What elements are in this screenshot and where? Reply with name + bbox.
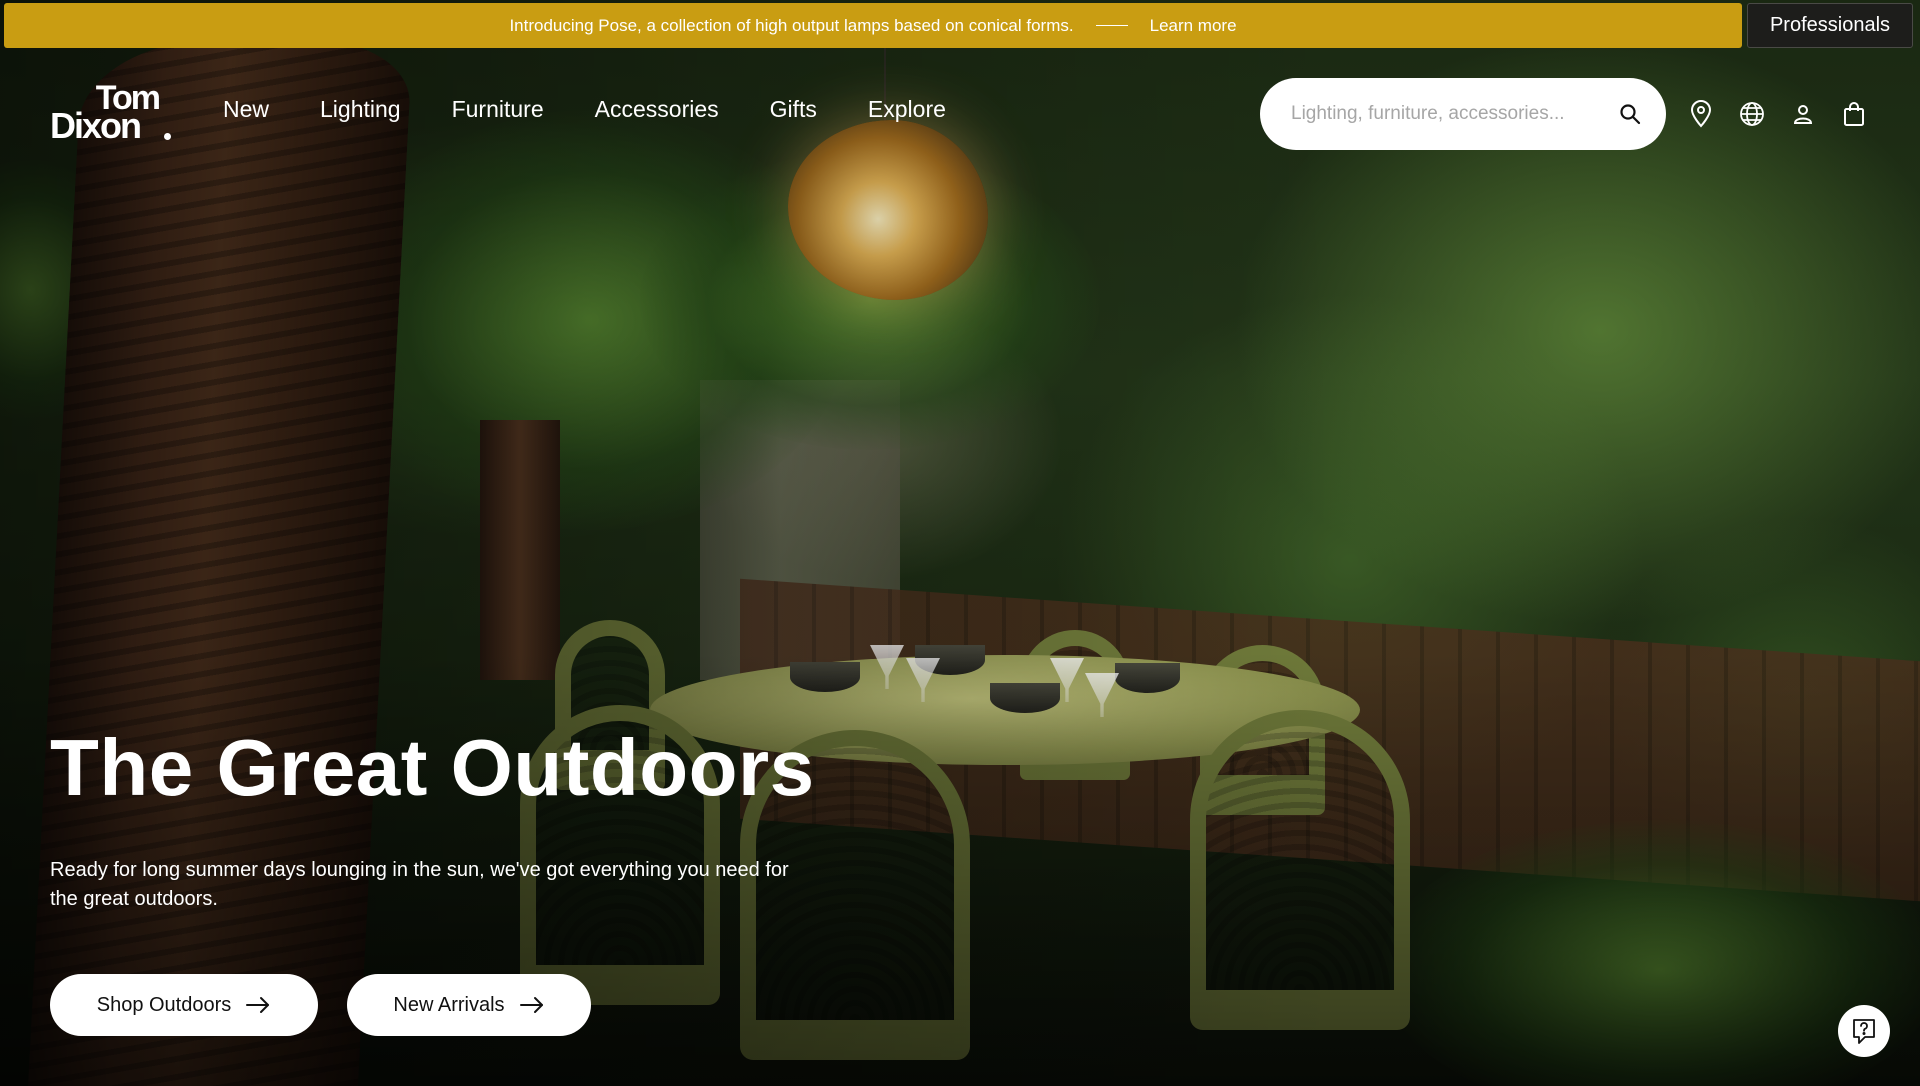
nav-item-lighting[interactable]: Lighting — [320, 96, 401, 123]
main-nav: New Lighting Furniture Accessories Gifts… — [223, 96, 946, 123]
tom-dixon-logo[interactable]: Tom Dixon — [50, 81, 175, 146]
account-button[interactable] — [1787, 98, 1819, 130]
nav-item-accessories[interactable]: Accessories — [595, 96, 719, 123]
help-chat-icon — [1853, 1019, 1875, 1044]
search-input[interactable] — [1291, 103, 1591, 125]
search-icon — [1620, 104, 1641, 125]
hero-background-image — [0, 0, 1920, 1086]
search-button[interactable] — [1604, 88, 1656, 140]
learn-more-link[interactable]: Learn more — [1150, 16, 1237, 36]
announcement-text: Introducing Pose, a collection of high o… — [509, 15, 1074, 35]
arrow-right-icon — [519, 997, 543, 1013]
user-icon — [1793, 105, 1813, 124]
nav-item-furniture[interactable]: Furniture — [452, 96, 544, 123]
nav-item-gifts[interactable]: Gifts — [770, 96, 817, 123]
arrow-right-icon — [246, 997, 270, 1013]
location-pin-icon — [1690, 100, 1712, 128]
help-chat-button[interactable] — [1838, 1005, 1890, 1057]
search-bar — [1260, 78, 1666, 150]
page: Introducing Pose, a collection of high o… — [0, 0, 1920, 1086]
store-locator-button[interactable] — [1685, 98, 1717, 130]
shop-outdoors-label: Shop Outdoors — [96, 993, 232, 1016]
announcement-bar: Introducing Pose, a collection of high o… — [4, 3, 1742, 48]
region-button[interactable] — [1736, 98, 1768, 130]
new-arrivals-button[interactable]: New Arrivals — [347, 974, 591, 1036]
nav-item-explore[interactable]: Explore — [868, 96, 946, 123]
professionals-button[interactable]: Professionals — [1747, 3, 1913, 48]
hero-title: The Great Outdoors — [50, 723, 815, 812]
shop-outdoors-button[interactable]: Shop Outdoors — [50, 974, 318, 1036]
logo-dot — [164, 133, 171, 140]
nav-item-new[interactable]: New — [223, 96, 269, 123]
globe-icon — [1740, 102, 1764, 126]
hero-subtitle: Ready for long summer days lounging in t… — [50, 859, 789, 910]
divider-dash — [1095, 25, 1128, 26]
cart-button[interactable] — [1838, 98, 1870, 130]
new-arrivals-label: New Arrivals — [393, 993, 505, 1016]
shopping-bag-icon — [1844, 102, 1864, 126]
